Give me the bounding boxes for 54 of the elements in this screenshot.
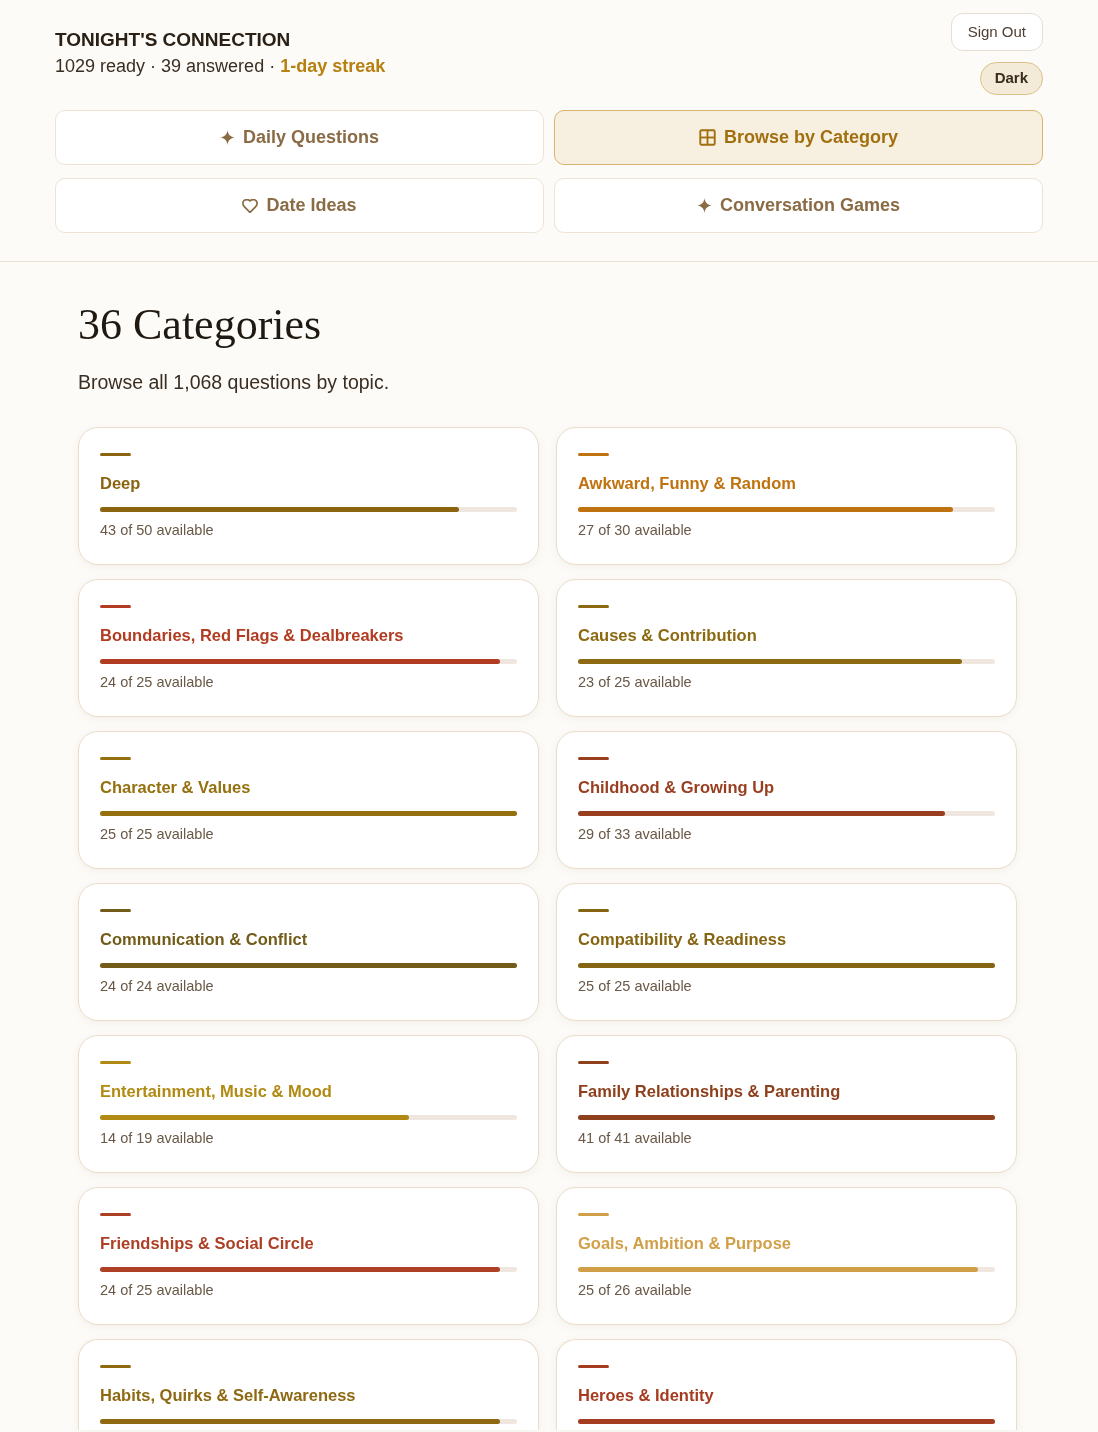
- category-title: Friendships & Social Circle: [100, 1233, 315, 1254]
- category-title: Compatibility & Readiness: [578, 929, 788, 950]
- sign-out-button[interactable]: Sign Out: [950, 13, 1043, 51]
- heart-icon: [242, 198, 259, 213]
- category-card[interactable]: Compatibility & Readiness 25 of 25 available: [556, 883, 1017, 1021]
- availability-text: 25 of 25 available: [578, 977, 693, 996]
- availability-text: 24 of 25 available: [100, 1281, 215, 1300]
- app-title: TONIGHT'S CONNECTION: [55, 28, 292, 52]
- category-card[interactable]: Entertainment, Music & Mood 14 of 19 available: [78, 1035, 539, 1173]
- category-card[interactable]: Communication & Conflict 24 of 24 available: [78, 883, 539, 1021]
- availability-text: 25 of 25 available: [100, 825, 215, 844]
- category-title: Deep: [100, 473, 142, 494]
- availability-text: 25 of 26 available: [578, 1281, 693, 1300]
- category-title: Boundaries, Red Flags & Dealbreakers: [100, 625, 405, 646]
- nav-tab[interactable]: Date Ideas: [55, 178, 544, 233]
- category-title: Habits, Quirks & Self-Awareness: [100, 1385, 357, 1406]
- availability-text: 24 of 24 available: [100, 977, 215, 996]
- category-card[interactable]: Awkward, Funny & Random 27 of 30 available: [556, 427, 1017, 565]
- stats-text: 1029 ready · 39 answered · 1-day streak: [55, 55, 386, 78]
- dark-mode-button[interactable]: Dark: [979, 62, 1043, 95]
- nav-tab[interactable]: Browse by Category: [554, 110, 1043, 165]
- category-card[interactable]: Childhood & Growing Up 29 of 33 available: [556, 731, 1017, 869]
- availability-text: 24 of 25 available: [100, 673, 215, 692]
- grid-icon: [698, 129, 716, 146]
- section-subtitle: Browse all 1,068 questions by topic.: [78, 370, 391, 395]
- category-card[interactable]: Habits, Quirks & Self-Awareness: [78, 1339, 539, 1430]
- availability-text: 43 of 50 available: [100, 521, 215, 540]
- category-title: Entertainment, Music & Mood: [100, 1081, 333, 1102]
- category-card[interactable]: Goals, Ambition & Purpose 25 of 26 available: [556, 1187, 1017, 1325]
- section-heading: 36 Categories: [78, 300, 323, 350]
- category-card[interactable]: Deep 43 of 50 available: [78, 427, 539, 565]
- category-title: Communication & Conflict: [100, 929, 309, 950]
- nav-tab[interactable]: Conversation Games: [554, 178, 1043, 233]
- availability-text: 14 of 19 available: [100, 1129, 215, 1148]
- category-card[interactable]: Friendships & Social Circle 24 of 25 available: [78, 1187, 539, 1325]
- category-title: Heroes & Identity: [578, 1385, 715, 1406]
- availability-text: 29 of 33 available: [578, 825, 693, 844]
- category-card[interactable]: Heroes & Identity: [556, 1339, 1017, 1430]
- category-card[interactable]: Family Relationships & Parenting 41 of 41 available: [556, 1035, 1017, 1173]
- nav-tab[interactable]: Daily Questions: [55, 110, 544, 165]
- sparkle-icon: [219, 130, 235, 145]
- availability-text: 27 of 30 available: [578, 521, 693, 540]
- category-card[interactable]: Boundaries, Red Flags & Dealbreakers 24 of 25 available: [78, 579, 539, 717]
- availability-text: 41 of 41 available: [578, 1129, 693, 1148]
- sparkle-icon: [696, 198, 712, 213]
- category-title: Family Relationships & Parenting: [578, 1081, 842, 1102]
- category-title: Childhood & Growing Up: [578, 777, 776, 798]
- category-title: Causes & Contribution: [578, 625, 758, 646]
- availability-text: 23 of 25 available: [578, 673, 693, 692]
- category-title: Goals, Ambition & Purpose: [578, 1233, 792, 1254]
- category-card[interactable]: Causes & Contribution 23 of 25 available: [556, 579, 1017, 717]
- category-title: Character & Values: [100, 777, 252, 798]
- category-card[interactable]: Character & Values 25 of 25 available: [78, 731, 539, 869]
- category-title: Awkward, Funny & Random: [578, 473, 797, 494]
